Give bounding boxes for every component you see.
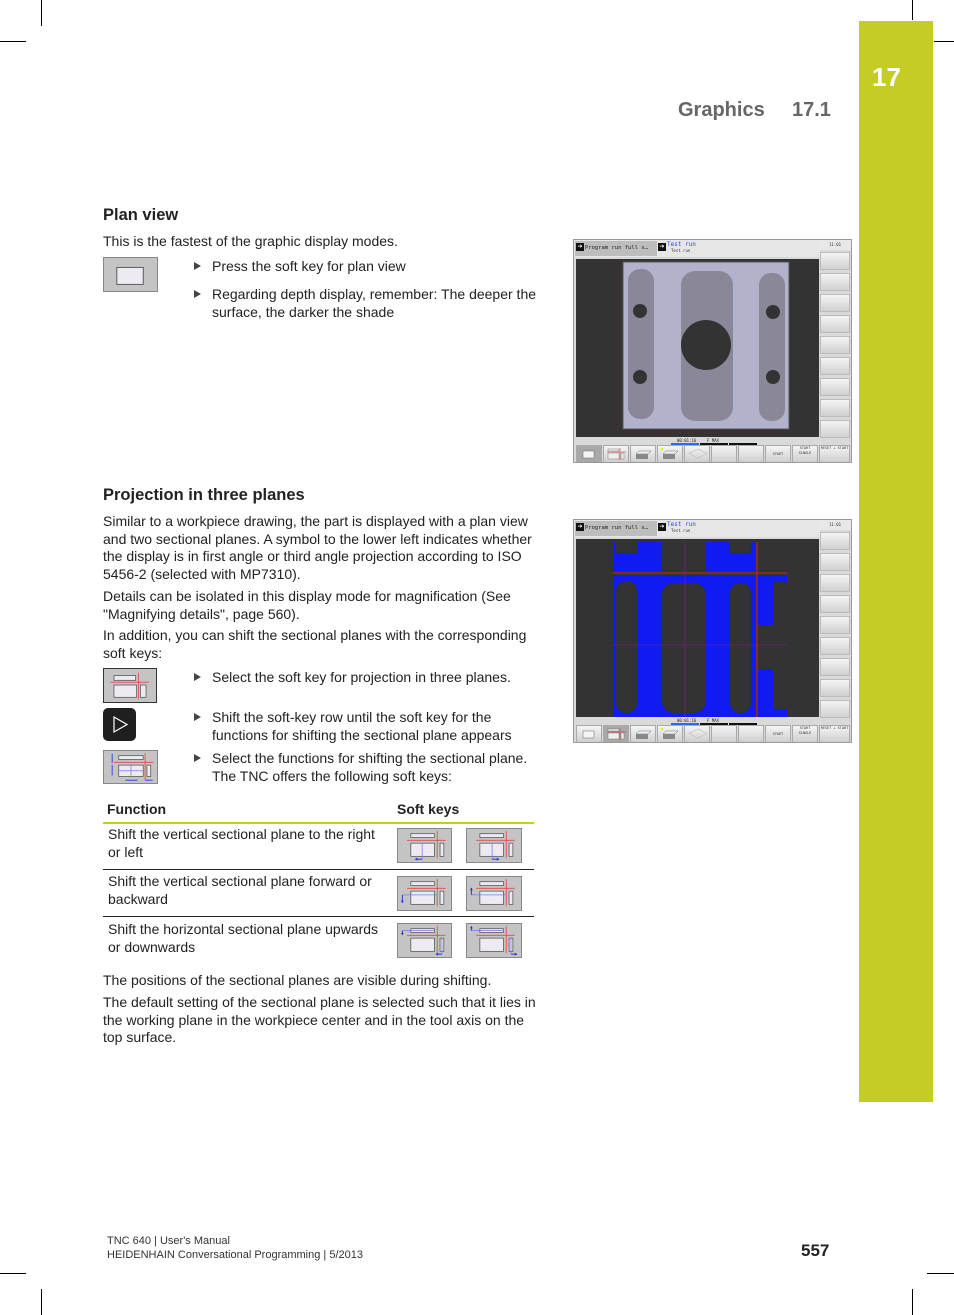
shift-up-softkey[interactable] xyxy=(466,923,522,958)
projection-step-3: Select the functions for shifting the se… xyxy=(194,750,532,785)
plan-view-intro: This is the fastest of the graphic displ… xyxy=(103,233,398,249)
mode-secondary-sub: Test run xyxy=(671,248,691,253)
softkey-start-single: START SINGLE xyxy=(792,725,818,742)
softkey-start-single: START SINGLE xyxy=(792,445,818,462)
shift-planes-icon xyxy=(111,752,154,781)
crop-mark xyxy=(912,0,913,20)
table-row-divider xyxy=(103,916,534,917)
projection-step-1: Select the soft key for projection in th… xyxy=(194,669,542,687)
mode-secondary-sub: Test run xyxy=(671,528,691,533)
shift-down-icon xyxy=(400,925,446,956)
graphics-area xyxy=(576,259,819,437)
shift-right-icon xyxy=(476,830,515,861)
clock: 11:01 xyxy=(819,240,851,250)
test-run-icon: ➔ xyxy=(658,243,666,251)
table-header-rule xyxy=(103,822,534,824)
play-arrow-icon xyxy=(113,715,129,734)
plan-view-heading: Plan view xyxy=(103,206,179,224)
table-cell-function: Shift the vertical sectional plane to th… xyxy=(108,826,375,860)
softkey-3d-lamp xyxy=(657,445,683,462)
bullet-arrow-icon xyxy=(194,262,201,270)
mode-active: Program run full s… xyxy=(575,521,657,536)
program-run-icon: ➔ xyxy=(576,523,584,531)
closing-paragraph-1: The positions of the sectional planes ar… xyxy=(103,972,492,988)
crop-mark xyxy=(0,41,26,42)
shift-plane-softkey[interactable] xyxy=(103,750,158,784)
softkey-wire xyxy=(684,445,710,462)
footer-line-1: TNC 640 | User's Manual xyxy=(107,1235,230,1247)
softkey-plan xyxy=(576,445,602,462)
crop-mark xyxy=(0,1273,26,1274)
crop-mark xyxy=(41,0,42,26)
three-planes-icon xyxy=(110,672,149,700)
projection-step-2: Shift the soft-key row until the soft ke… xyxy=(194,709,537,744)
shift-forward-softkey[interactable] xyxy=(397,876,452,911)
crop-mark xyxy=(927,1273,954,1274)
shift-left-icon xyxy=(407,830,446,861)
projection-paragraph-1: Similar to a workpiece drawing, the part… xyxy=(103,513,532,582)
clock: 11:01 xyxy=(819,520,851,530)
table-header-softkeys: Soft keys xyxy=(397,801,460,817)
softkey-3d-lamp xyxy=(657,725,683,742)
plan-view-step-1: Press the soft key for plan view xyxy=(194,258,542,276)
table-cell-function: Shift the vertical sectional plane forwa… xyxy=(108,873,372,907)
projection-heading: Projection in three planes xyxy=(103,486,305,504)
mode-secondary: Test run xyxy=(667,241,696,248)
program-run-icon: ➔ xyxy=(576,243,584,251)
softkey-wire xyxy=(684,725,710,742)
softkey-start: START xyxy=(765,445,791,462)
table-cell-function: Shift the horizontal sectional plane upw… xyxy=(108,921,379,955)
shift-backward-icon xyxy=(469,878,515,907)
shift-forward-icon xyxy=(400,878,446,907)
page-number: 557 xyxy=(801,1241,830,1260)
shift-backward-softkey[interactable] xyxy=(466,876,522,911)
bullet-arrow-icon xyxy=(194,673,201,681)
mode-active: Program run full s… xyxy=(575,241,657,256)
chapter-number: 17 xyxy=(872,62,901,92)
shift-right-softkey[interactable] xyxy=(466,828,522,863)
tnc-screenshot-three-planes: Program run full s… ➔ ➔ Test run Test ru… xyxy=(573,519,852,743)
table-row-divider xyxy=(103,869,534,870)
projection-paragraph-3: In addition, you can shift the sectional… xyxy=(103,627,527,661)
plan-view-softkey[interactable] xyxy=(103,257,158,292)
softkey-reset-start: RESET + START xyxy=(819,445,850,462)
softkey-3planes xyxy=(603,725,629,742)
section-number: 17.1 xyxy=(792,99,831,121)
closing-paragraph-2: The default setting of the sectional pla… xyxy=(103,994,536,1045)
bullet-arrow-icon xyxy=(194,290,201,298)
mode-secondary: Test run xyxy=(667,521,696,528)
section-title: Graphics xyxy=(678,99,765,121)
softkey-3d xyxy=(630,445,656,462)
softkey-plan xyxy=(576,725,602,742)
softkey-start: START xyxy=(765,725,791,742)
shift-left-softkey[interactable] xyxy=(397,828,452,863)
plan-view-softkey-icon xyxy=(116,266,144,285)
shift-down-softkey[interactable] xyxy=(397,923,452,958)
plan-view-step-2: Regarding depth display, remember: The d… xyxy=(194,286,542,321)
projection-paragraph-2: Details can be isolated in this display … xyxy=(103,588,511,622)
softkey-reset-start: RESET + START xyxy=(819,725,850,742)
test-run-icon: ➔ xyxy=(658,523,666,531)
bullet-arrow-icon xyxy=(194,754,201,762)
table-header-function: Function xyxy=(107,801,167,817)
bullet-arrow-icon xyxy=(194,713,201,721)
shift-up-icon xyxy=(469,925,518,956)
chapter-tab xyxy=(859,21,933,1102)
crop-mark xyxy=(912,1289,913,1315)
projection-softkey[interactable] xyxy=(103,668,157,703)
crop-mark xyxy=(41,1289,42,1315)
softkey-3d xyxy=(630,725,656,742)
graphics-area xyxy=(576,539,819,717)
next-softkey-row-key[interactable] xyxy=(103,708,136,741)
softkey-3planes xyxy=(603,445,629,462)
tnc-screenshot-plan-view: Program run full s… ➔ ➔ Test run Test ru… xyxy=(573,239,852,463)
crop-mark xyxy=(934,41,954,42)
footer-line-2: HEIDENHAIN Conversational Programming | … xyxy=(107,1249,363,1261)
